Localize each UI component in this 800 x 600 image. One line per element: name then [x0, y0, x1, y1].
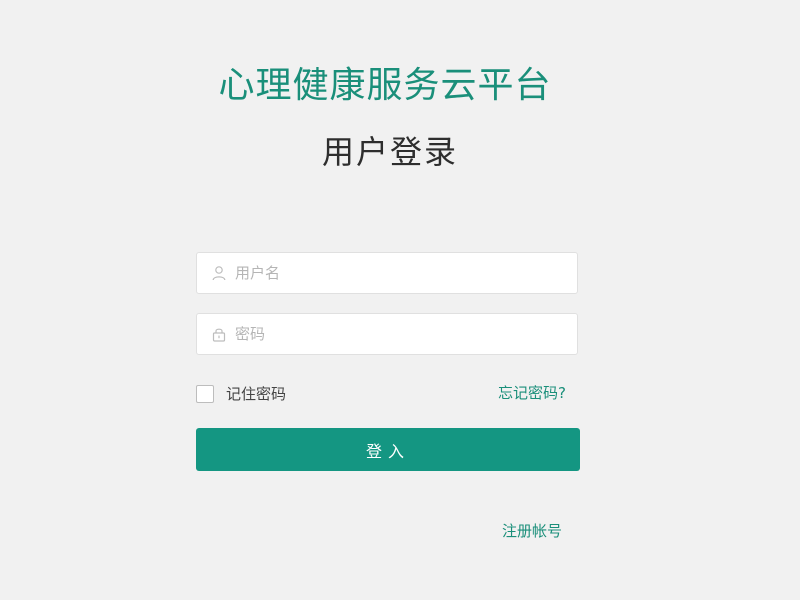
user-icon	[211, 265, 227, 281]
password-input[interactable]	[235, 319, 555, 349]
remember-label: 记住密码	[226, 385, 287, 403]
app-title: 心理健康服务云平台	[218, 65, 552, 106]
login-page: 心理健康服务云平台 用户登录 记住密码 忘记密码? 登入 注册帐号	[0, 0, 800, 600]
remember-password[interactable]: 记住密码	[196, 383, 286, 404]
lock-icon	[211, 326, 227, 342]
forgot-password-link[interactable]: 忘记密码?	[498, 382, 566, 403]
username-field[interactable]	[196, 252, 578, 294]
login-button[interactable]: 登入	[196, 428, 580, 471]
page-title: 用户登录	[321, 133, 458, 171]
register-account-link[interactable]: 注册帐号	[502, 520, 562, 541]
username-input[interactable]	[235, 258, 555, 288]
password-field[interactable]	[196, 313, 578, 355]
remember-checkbox[interactable]	[196, 384, 214, 403]
